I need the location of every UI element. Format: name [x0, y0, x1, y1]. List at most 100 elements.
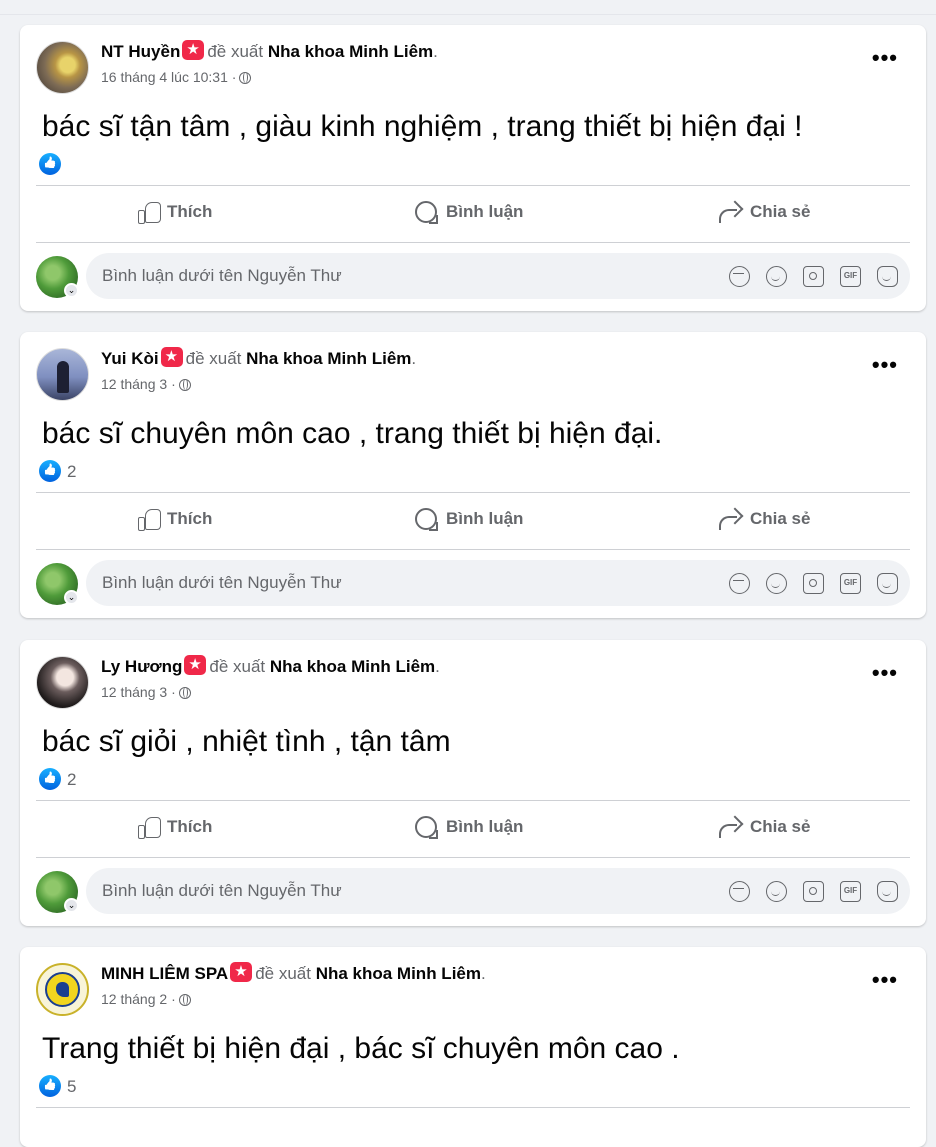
like-reaction-icon [39, 153, 61, 175]
chevron-down-icon[interactable]: ⌄ [64, 590, 79, 605]
share-arrow-icon [717, 201, 741, 223]
action-bar: Thích Bình luận Chia sẻ [36, 492, 910, 550]
post-timestamp[interactable]: 12 tháng 2 [101, 991, 167, 1007]
post-text: Trang thiết bị hiện đại , bác sĩ chuyên … [42, 1032, 680, 1065]
camera-icon[interactable] [803, 573, 824, 594]
share-arrow-icon [717, 816, 741, 838]
avatar-sticker-icon[interactable] [729, 573, 750, 594]
reaction-summary[interactable]: 2 [39, 460, 76, 482]
review-post: Ly Hươngđề xuất Nha khoa Minh Liêm. 12 t… [20, 640, 926, 926]
globe-icon [178, 379, 191, 391]
comment-input[interactable]: Bình luận dưới tên Nguyễn Thư GIF [86, 253, 910, 299]
comment-placeholder: Bình luận dưới tên Nguyễn Thư [102, 881, 342, 900]
recommend-star-icon [182, 39, 205, 61]
emoji-icon[interactable] [766, 573, 787, 594]
share-button[interactable]: Chia sẻ [717, 816, 810, 838]
comment-button[interactable]: Bình luận [415, 201, 523, 224]
globe-icon [178, 687, 191, 699]
feed-top-edge [0, 0, 936, 15]
share-button[interactable]: Chia sẻ [717, 508, 810, 530]
recommends-text: đề xuất [209, 657, 266, 676]
gif-icon[interactable]: GIF [840, 881, 861, 902]
comment-button[interactable]: Bình luận [415, 816, 523, 839]
more-options-button[interactable]: ••• [872, 969, 898, 991]
review-post: NT Huyềnđề xuất Nha khoa Minh Liêm. 16 t… [20, 25, 926, 311]
like-button[interactable]: Thích [138, 201, 212, 224]
share-button[interactable]: Chia sẻ [717, 201, 810, 223]
gif-icon[interactable]: GIF [840, 266, 861, 287]
emoji-icon[interactable] [766, 266, 787, 287]
chevron-down-icon[interactable]: ⌄ [64, 283, 79, 298]
author-avatar[interactable] [36, 963, 89, 1016]
globe-icon [178, 994, 191, 1006]
reaction-summary[interactable]: 2 [39, 768, 76, 790]
comment-input[interactable]: Bình luận dưới tên Nguyễn Thư GIF [86, 560, 910, 606]
author-avatar[interactable] [36, 348, 89, 401]
post-header: NT Huyềnđề xuất Nha khoa Minh Liêm. [101, 39, 438, 63]
post-header: Yui Kòiđề xuất Nha khoa Minh Liêm. [101, 346, 416, 370]
post-header: Ly Hươngđề xuất Nha khoa Minh Liêm. [101, 654, 440, 678]
reaction-summary[interactable]: 5 [39, 1075, 76, 1097]
recommends-text: đề xuất [255, 964, 311, 983]
avatar-sticker-icon[interactable] [729, 266, 750, 287]
post-text: bác sĩ chuyên môn cao , trang thiết bị h… [42, 417, 663, 450]
post-timestamp[interactable]: 16 tháng 4 lúc 10:31 [101, 69, 228, 85]
comment-bubble-icon [415, 201, 438, 224]
camera-icon[interactable] [803, 266, 824, 287]
recommend-star-icon [160, 346, 183, 368]
action-bar: Thích Bình luận Chia sẻ [36, 185, 910, 243]
comment-button[interactable]: Bình luận [415, 508, 523, 531]
author-name[interactable]: Yui Kòi [101, 349, 159, 368]
thumbs-up-icon [138, 508, 161, 531]
comment-placeholder: Bình luận dưới tên Nguyễn Thư [102, 266, 342, 285]
like-count: 2 [67, 462, 77, 481]
comment-placeholder: Bình luận dưới tên Nguyễn Thư [102, 573, 342, 592]
post-text: bác sĩ giỏi , nhiệt tình , tận tâm [42, 725, 451, 758]
reaction-summary[interactable] [39, 153, 67, 175]
emoji-icon[interactable] [766, 881, 787, 902]
author-avatar[interactable] [36, 41, 89, 94]
like-button[interactable]: Thích [138, 816, 212, 839]
thumbs-up-icon [138, 201, 161, 224]
review-post: MINH LIÊM SPAđề xuất Nha khoa Minh Liêm.… [20, 947, 926, 1147]
post-meta: 12 tháng 3 · [101, 375, 191, 393]
camera-icon[interactable] [803, 881, 824, 902]
review-post: Yui Kòiđề xuất Nha khoa Minh Liêm. 12 th… [20, 332, 926, 618]
page-name-link[interactable]: Nha khoa Minh Liêm [246, 349, 411, 368]
recommend-star-icon [184, 654, 207, 676]
post-meta: 16 tháng 4 lúc 10:31 · [101, 68, 252, 86]
avatar-sticker-icon[interactable] [729, 881, 750, 902]
comment-composer: ⌄ Bình luận dưới tên Nguyễn Thư GIF [36, 868, 910, 914]
chevron-down-icon[interactable]: ⌄ [64, 898, 79, 913]
comment-tools: GIF [729, 881, 898, 902]
comment-bubble-icon [415, 508, 438, 531]
sticker-icon[interactable] [877, 573, 898, 594]
comment-input[interactable]: Bình luận dưới tên Nguyễn Thư GIF [86, 868, 910, 914]
author-name[interactable]: Ly Hương [101, 657, 182, 676]
sticker-icon[interactable] [877, 881, 898, 902]
page-name-link[interactable]: Nha khoa Minh Liêm [270, 657, 435, 676]
like-button[interactable]: Thích [138, 508, 212, 531]
author-name[interactable]: MINH LIÊM SPA [101, 964, 228, 983]
like-reaction-icon [39, 460, 61, 482]
more-options-button[interactable]: ••• [872, 354, 898, 376]
post-meta: 12 tháng 3 · [101, 683, 191, 701]
action-bar [36, 1107, 910, 1147]
author-avatar[interactable] [36, 656, 89, 709]
more-options-button[interactable]: ••• [872, 662, 898, 684]
more-options-button[interactable]: ••• [872, 47, 898, 69]
like-reaction-icon [39, 768, 61, 790]
comment-composer: ⌄ Bình luận dưới tên Nguyễn Thư GIF [36, 253, 910, 299]
comment-tools: GIF [729, 266, 898, 287]
gif-icon[interactable]: GIF [840, 573, 861, 594]
globe-icon [239, 72, 252, 84]
page-name-link[interactable]: Nha khoa Minh Liêm [316, 964, 481, 983]
author-name[interactable]: NT Huyền [101, 42, 180, 61]
like-count: 5 [67, 1077, 77, 1096]
post-timestamp[interactable]: 12 tháng 3 [101, 684, 167, 700]
recommends-text: đề xuất [207, 42, 264, 61]
page-name-link[interactable]: Nha khoa Minh Liêm [268, 42, 433, 61]
post-timestamp[interactable]: 12 tháng 3 [101, 376, 167, 392]
sticker-icon[interactable] [877, 266, 898, 287]
thumbs-up-icon [138, 816, 161, 839]
